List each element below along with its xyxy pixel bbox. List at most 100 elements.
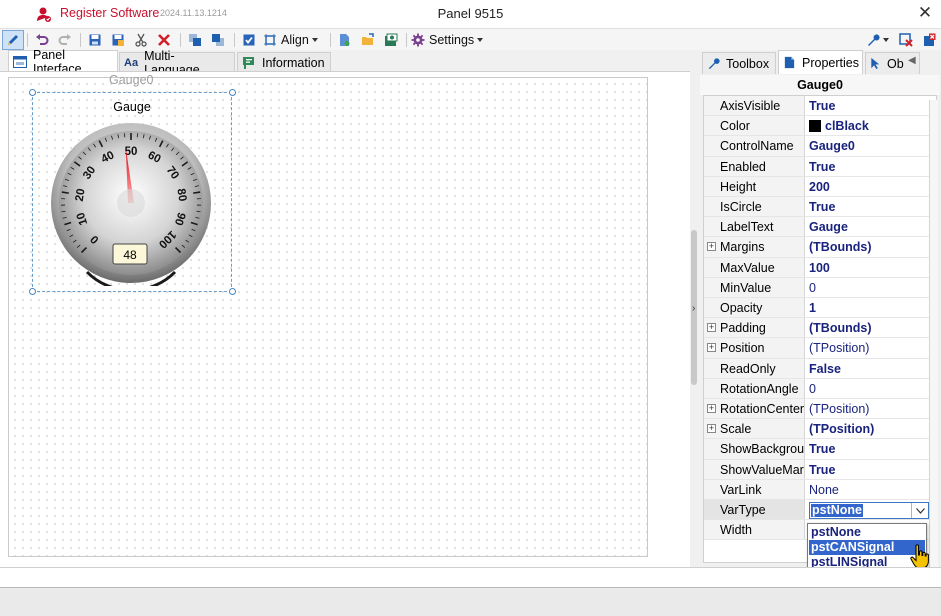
gauge-control[interactable]: 010203040 50 60708090100 48 xyxy=(50,122,214,286)
cut-button[interactable] xyxy=(131,30,151,50)
property-row-axisvisible[interactable]: AxisVisible True xyxy=(704,96,936,117)
property-row-controlname[interactable]: ControlName Gauge0 xyxy=(704,136,936,157)
property-row-height[interactable]: Height 200 xyxy=(704,176,936,197)
tab-panel-interface[interactable]: Panel Interface xyxy=(8,48,118,76)
info-flag-icon xyxy=(242,56,256,70)
resize-handle-bottom-right[interactable] xyxy=(229,288,236,295)
chevron-down-icon[interactable] xyxy=(911,503,928,518)
send-to-back-icon xyxy=(211,33,225,47)
property-name: ReadOnly xyxy=(704,358,805,378)
property-name: Width xyxy=(704,520,805,540)
tab-multi-language[interactable]: Aa Multi-Language xyxy=(119,49,235,77)
tab-information[interactable]: Information xyxy=(237,52,331,72)
gauge-hub xyxy=(117,189,145,217)
property-value-text: True xyxy=(809,200,836,214)
property-name: ShowValueMarl xyxy=(704,459,805,479)
property-value[interactable]: 200 xyxy=(808,177,936,196)
open-button[interactable] xyxy=(358,30,378,50)
property-value[interactable]: Gauge0 xyxy=(808,136,936,155)
property-row-margins[interactable]: Margins + (TBounds) xyxy=(704,237,936,258)
properties-scrollbar[interactable] xyxy=(929,100,938,588)
property-name: VarType xyxy=(704,500,805,520)
undo-icon xyxy=(35,33,49,47)
property-row-opacity[interactable]: Opacity 1 xyxy=(704,298,936,319)
send-to-back-button[interactable] xyxy=(208,30,228,50)
delete-button[interactable] xyxy=(154,30,174,50)
property-value-text: (TPosition) xyxy=(809,402,870,416)
property-value[interactable]: 1 xyxy=(808,298,936,317)
tab-label: Ob xyxy=(887,56,904,71)
property-value[interactable]: True xyxy=(808,197,936,216)
property-value[interactable]: False xyxy=(808,359,936,378)
property-row-color[interactable]: Color clBlack xyxy=(704,116,936,137)
property-row-scale[interactable]: Scale + (TPosition) xyxy=(704,419,936,440)
property-value[interactable]: True xyxy=(808,460,936,479)
tab-toolbox[interactable]: Toolbox xyxy=(702,52,776,74)
property-value[interactable]: True xyxy=(808,157,936,176)
resize-handle-bottom-left[interactable] xyxy=(29,288,36,295)
register-user-icon[interactable] xyxy=(36,6,52,22)
property-row-rotationangle[interactable]: RotationAngle 0 xyxy=(704,378,936,399)
expand-plus-icon[interactable]: + xyxy=(707,343,716,353)
export-button[interactable] xyxy=(381,30,401,50)
edit-mode-button[interactable] xyxy=(2,30,24,50)
property-row-iscircle[interactable]: IsCircle True xyxy=(704,197,936,218)
vartype-combobox[interactable]: pstNone xyxy=(809,502,929,519)
property-row-position[interactable]: Position + (TPosition) xyxy=(704,338,936,359)
gauge-tick-label: 80 xyxy=(174,188,188,203)
bring-to-front-button[interactable] xyxy=(185,30,205,50)
main-toolbar: Align Settings xyxy=(0,28,941,50)
resize-handle-top-left[interactable] xyxy=(29,89,36,96)
close-panel-button[interactable] xyxy=(896,30,916,50)
exit-button[interactable] xyxy=(919,30,939,50)
property-value[interactable]: Gauge xyxy=(808,217,936,236)
property-row-maxvalue[interactable]: MaxValue 100 xyxy=(704,257,936,278)
property-name: Opacity xyxy=(704,298,805,318)
settings-menu-button[interactable]: Settings xyxy=(411,30,489,50)
property-row-varlink[interactable]: VarLink None xyxy=(704,479,936,500)
property-row-padding[interactable]: Padding + (TBounds) xyxy=(704,318,936,339)
property-row-labeltext[interactable]: LabelText Gauge xyxy=(704,217,936,238)
property-value-text: 200 xyxy=(809,179,830,194)
property-row-vartype[interactable]: VarType pstNone xyxy=(704,500,936,521)
close-icon[interactable]: ✕ xyxy=(916,4,934,22)
vartype-option[interactable]: pstCANSignal xyxy=(809,540,925,555)
property-row-showvaluemarl[interactable]: ShowValueMarl True xyxy=(704,459,936,480)
property-value[interactable]: (TBounds) xyxy=(808,318,936,337)
panel-close-icon xyxy=(899,33,913,47)
expand-plus-icon[interactable]: + xyxy=(707,424,716,434)
vartype-option[interactable]: pstNone xyxy=(809,525,925,540)
property-row-enabled[interactable]: Enabled True xyxy=(704,156,936,177)
property-row-minvalue[interactable]: MinValue 0 xyxy=(704,277,936,298)
scroll-tabs-left-icon[interactable]: ◀ xyxy=(908,55,916,66)
property-row-rotationcenter[interactable]: RotationCenter + (TPosition) xyxy=(704,399,936,420)
chevron-down-icon xyxy=(477,38,484,42)
property-row-showbackgrour[interactable]: ShowBackgrour True xyxy=(704,439,936,460)
tools-menu-button[interactable] xyxy=(863,30,891,50)
property-value[interactable]: True xyxy=(808,96,936,115)
register-software-link[interactable]: Register Software xyxy=(60,6,159,20)
resize-handle-top-right[interactable] xyxy=(229,89,236,96)
align-menu-button[interactable]: Align xyxy=(263,30,325,50)
property-value[interactable]: (TPosition) xyxy=(808,399,936,418)
property-row-readonly[interactable]: ReadOnly False xyxy=(704,358,936,379)
expand-plus-icon[interactable]: + xyxy=(707,404,716,413)
expand-plus-icon[interactable]: + xyxy=(707,242,716,252)
property-name: Scale xyxy=(704,419,805,439)
property-value[interactable]: (TPosition) xyxy=(808,338,936,357)
property-value[interactable]: 100 xyxy=(808,258,936,277)
property-value[interactable]: clBlack xyxy=(808,116,936,135)
property-value-text: (TBounds) xyxy=(809,321,872,336)
property-value[interactable]: 0 xyxy=(808,278,936,297)
property-value[interactable]: 0 xyxy=(808,379,936,398)
property-value[interactable]: None xyxy=(808,480,936,499)
new-panel-button[interactable] xyxy=(335,30,355,50)
tab-properties[interactable]: Properties xyxy=(778,50,863,74)
property-value[interactable]: (TBounds) xyxy=(808,237,936,256)
expand-plus-icon[interactable]: + xyxy=(707,323,716,333)
property-value[interactable]: (TPosition) xyxy=(808,419,936,438)
select-all-button[interactable] xyxy=(239,30,259,50)
splitter-arrow-icon[interactable]: › xyxy=(692,303,695,314)
property-value[interactable]: True xyxy=(808,439,936,458)
color-swatch xyxy=(809,120,821,133)
